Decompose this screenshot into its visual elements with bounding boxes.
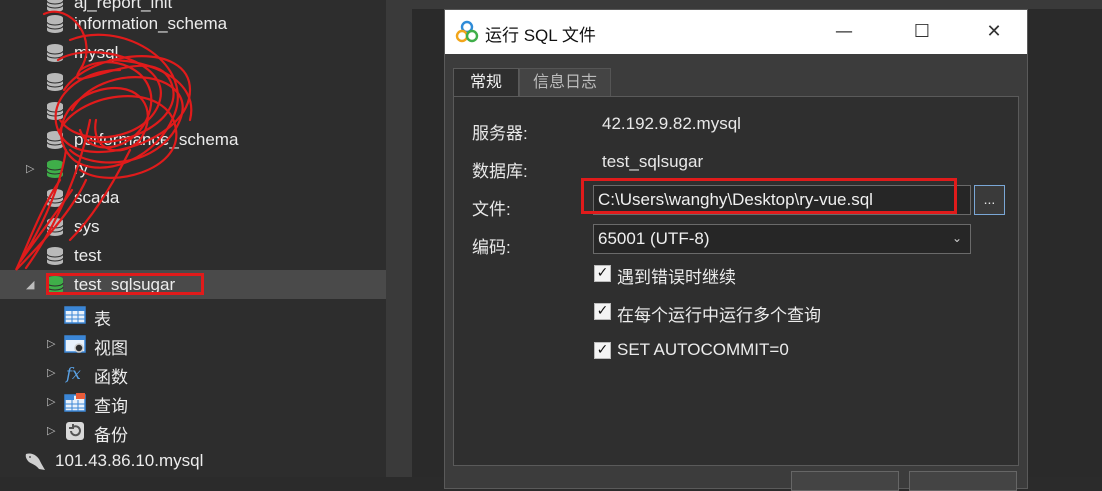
tree-item-database[interactable]: mysql — [0, 38, 386, 67]
view-icon — [64, 333, 86, 355]
tree-item-label: 函数 — [94, 368, 128, 387]
tree-item-database[interactable]: performance_schema — [0, 125, 386, 154]
database-icon-gray — [44, 13, 66, 35]
checkbox-icon[interactable]: ✓ — [594, 265, 611, 282]
checkbox-icon[interactable]: ✓ — [594, 342, 611, 359]
tree-item-database[interactable]: sys — [0, 212, 386, 241]
file-label: 文件: — [472, 200, 511, 219]
tree-item-database[interactable] — [0, 67, 386, 96]
tree-item-label: test — [74, 246, 102, 265]
database-icon-gray — [44, 187, 66, 209]
database-icon-gray — [44, 245, 66, 267]
database-value: test_sqlsugar — [602, 152, 704, 171]
browse-button[interactable]: ... — [974, 185, 1005, 215]
maximize-icon: ☐ — [913, 21, 931, 42]
dialog-titlebar[interactable]: 运行 SQL 文件 — ☐ ✕ — [445, 10, 1027, 54]
checkbox-label: SET AUTOCOMMIT=0 — [617, 340, 789, 359]
database-icon-gray — [44, 216, 66, 238]
tree-item-label: 查询 — [94, 397, 128, 416]
connection-row[interactable]: 101.43.86.10.mysql — [0, 446, 386, 475]
tree-item-label: ry — [74, 159, 89, 178]
tree-item-label: performance_schema — [74, 130, 239, 149]
start-button[interactable] — [791, 471, 899, 491]
mysql-dolphin-icon — [25, 453, 45, 470]
collapsed-arrow-icon[interactable]: ▷ — [26, 162, 34, 175]
tree-item-object[interactable]: ▷ fx 函数 — [0, 358, 386, 387]
minimize-button[interactable]: — — [821, 10, 867, 54]
database-icon-gray — [44, 129, 66, 151]
tree-item-database[interactable] — [0, 96, 386, 125]
file-highlight-box — [581, 178, 957, 214]
tree-item-label: 表 — [94, 310, 111, 329]
database-icon-gray — [44, 42, 66, 64]
collapsed-arrow-icon[interactable]: ▷ — [47, 337, 55, 350]
tree-item-label: scada — [74, 188, 120, 207]
minimize-icon: — — [835, 21, 853, 42]
run-sql-file-dialog: 运行 SQL 文件 — ☐ ✕ 常规 信息日志 服务器: 42.192.9.82… — [444, 9, 1028, 491]
close-icon: ✕ — [986, 21, 1002, 42]
server-value: 42.192.9.82.mysql — [602, 114, 741, 133]
connection-label: 101.43.86.10.mysql — [55, 451, 204, 470]
tab-general[interactable]: 常规 — [453, 68, 519, 97]
general-panel: 服务器: 42.192.9.82.mysql 数据库: test_sqlsuga… — [453, 96, 1019, 466]
collapsed-arrow-icon[interactable]: ▷ — [47, 424, 55, 437]
tree-item-label: information_schema — [74, 14, 228, 33]
collapsed-arrow-icon[interactable]: ▷ — [47, 395, 55, 408]
table-icon — [64, 304, 86, 326]
svg-text:fx: fx — [65, 364, 81, 383]
encoding-value: 65001 (UTF-8) — [598, 229, 710, 248]
tree-item-object[interactable]: ▷ 视图 — [0, 329, 386, 358]
backup-icon — [64, 420, 86, 442]
cancel-button[interactable] — [909, 471, 1017, 491]
collapsed-arrow-icon[interactable]: ▷ — [47, 366, 55, 379]
tree-item-database[interactable]: test — [0, 241, 386, 270]
tree-item-label: 视图 — [94, 339, 128, 358]
encoding-label: 编码: — [472, 238, 511, 257]
selection-highlight-box — [46, 273, 204, 295]
maximize-button[interactable]: ☐ — [899, 10, 945, 54]
tree-item-object[interactable]: 表 — [0, 300, 386, 329]
tree-item-label: sys — [74, 217, 100, 236]
tree-item-object[interactable]: ▷ 查询 — [0, 387, 386, 416]
database-icon-gray — [44, 100, 66, 122]
tree-item-object[interactable]: ▷ 备份 — [0, 416, 386, 445]
tab-info-log[interactable]: 信息日志 — [519, 68, 611, 97]
encoding-select[interactable]: 65001 (UTF-8) ⌄ — [593, 224, 971, 254]
dialog-title: 运行 SQL 文件 — [485, 26, 596, 45]
splitter[interactable] — [386, 0, 412, 477]
tree-item-label: mysql — [74, 43, 119, 62]
database-label: 数据库: — [472, 162, 528, 181]
checkbox-icon[interactable]: ✓ — [594, 303, 611, 320]
server-label: 服务器: — [472, 124, 528, 143]
function-icon: fx — [64, 362, 86, 384]
tree-item-database[interactable]: ▷ ry — [0, 154, 386, 183]
tree-item-database[interactable]: scada — [0, 183, 386, 212]
checkbox-label: 在每个运行中运行多个查询 — [617, 306, 821, 325]
query-icon — [64, 391, 86, 413]
database-icon-gray — [44, 71, 66, 93]
tree-item-label: 备份 — [94, 426, 128, 445]
navigator-tree: aj_report_init information_schema mysql per… — [0, 0, 386, 477]
checkbox-label: 遇到错误时继续 — [617, 268, 736, 287]
tree-item-database[interactable]: information_schema — [0, 9, 386, 38]
navicat-app-icon — [455, 20, 479, 43]
close-button[interactable]: ✕ — [971, 10, 1017, 54]
expanded-arrow-icon[interactable]: ◢ — [26, 278, 34, 291]
chevron-down-icon: ⌄ — [951, 231, 962, 245]
database-icon-green — [44, 158, 66, 180]
